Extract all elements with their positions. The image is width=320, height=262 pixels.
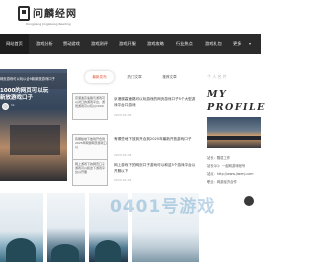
nav-item-guides[interactable]: 游戏攻略	[147, 34, 164, 54]
chevron-down-icon[interactable]: ▾	[249, 34, 251, 54]
article-thumbnail-caption: 京港澳高速路与游戏可以对口的游戏平台，游戏游戏可以玩以1000	[75, 96, 106, 109]
profile-image-pier	[207, 136, 261, 140]
nav-item-analysis[interactable]: 游戏分析	[36, 34, 53, 54]
main-nav: 网站首页 游戏分析 赞动游戏 游戏测评 游戏开服 游戏攻略 行业热点 游戏礼包 …	[0, 34, 261, 54]
nav-item-hot-games[interactable]: 赞动游戏	[63, 34, 80, 54]
article-date: 2023-01-03	[114, 178, 132, 182]
nav-item-more[interactable]: 更多	[233, 34, 241, 54]
hero-title[interactable]: 1000的网页可以玩 新放游戏口子	[0, 88, 67, 102]
island-shape	[95, 240, 121, 262]
article-date: 2023-01-05	[114, 113, 132, 117]
article-thumbnail[interactable]: 网上游戏下的网页口子游戏可以和这下游戏平台以开服	[72, 159, 108, 186]
article-thumbnail-caption: 有哪些地下放到开合到2025年网游网页游戏口以	[75, 137, 107, 150]
profile-owner: 站长：瓢泼工作	[207, 156, 231, 160]
article-title[interactable]: 京港澳高速路可以玩游戏的网页游戏口子5个大型游戏平台口游戏	[114, 97, 196, 109]
nav-item-home[interactable]: 网站首页	[0, 34, 29, 54]
island-shape	[6, 238, 36, 262]
article-thumbnail[interactable]: 有哪些地下放到开合到2025年网游网页游戏口以	[72, 134, 108, 161]
nav-item-industry[interactable]: 行业热点	[176, 34, 193, 54]
profile-section-label: 个人名片	[207, 74, 228, 79]
article-thumbnail[interactable]: 京港澳高速路与游戏可以对口的游戏平台，游戏游戏可以玩以1000	[72, 93, 108, 120]
profile-site[interactable]: 站点：http://www.jiwenj.com	[207, 171, 253, 176]
article-title[interactable]: 有哪些地下放到开合到2025年最新开放游戏口子	[114, 137, 196, 143]
gallery-image[interactable]	[0, 193, 43, 262]
nav-item-gift-packs[interactable]: 游戏礼包	[205, 34, 222, 54]
nav-item-reviews[interactable]: 游戏测评	[91, 34, 108, 54]
author-avatar	[2, 103, 9, 110]
profile-image	[207, 117, 261, 148]
profile-heading: MY PROFILE	[207, 89, 266, 113]
article-title[interactable]: 网上游戏下的网页口子游戏可以和这5个游戏平台以开服以下	[114, 163, 196, 175]
view-count: 11	[11, 103, 15, 107]
profile-qq: 站长QQ：一起网游戏帐号	[207, 164, 246, 168]
site-logo-name[interactable]: 问麟经网	[33, 5, 77, 20]
tab-latest[interactable]: 最新发布	[85, 71, 114, 83]
watermark-text: 0401号游戏	[110, 197, 216, 217]
site-tagline: Dongjiang Jingjiwang Reading	[26, 22, 71, 26]
tab-popular[interactable]: 热门文章	[120, 71, 149, 83]
island-shape	[51, 244, 79, 262]
article-thumbnail-caption: 网上游戏下的网页口子游戏可以和这下游戏平台以开服	[75, 162, 106, 175]
hero-image-building	[10, 125, 60, 155]
profile-job: 职业：网游经济合作	[207, 180, 237, 184]
logo-icon[interactable]	[18, 6, 30, 21]
hero-banner-text[interactable]: 网页游戏可以玩以合9款新放游戏口子	[0, 76, 67, 81]
article-date: 2023-01-04	[114, 153, 132, 157]
gallery-image[interactable]	[47, 193, 85, 262]
nav-item-servers[interactable]: 游戏开服	[119, 34, 136, 54]
site-header: 问麟经网 Dongjiang Jingjiwang Reading	[0, 0, 261, 34]
tab-recommended[interactable]: 推荐文章	[155, 71, 184, 83]
back-to-top-button[interactable]	[244, 196, 254, 206]
